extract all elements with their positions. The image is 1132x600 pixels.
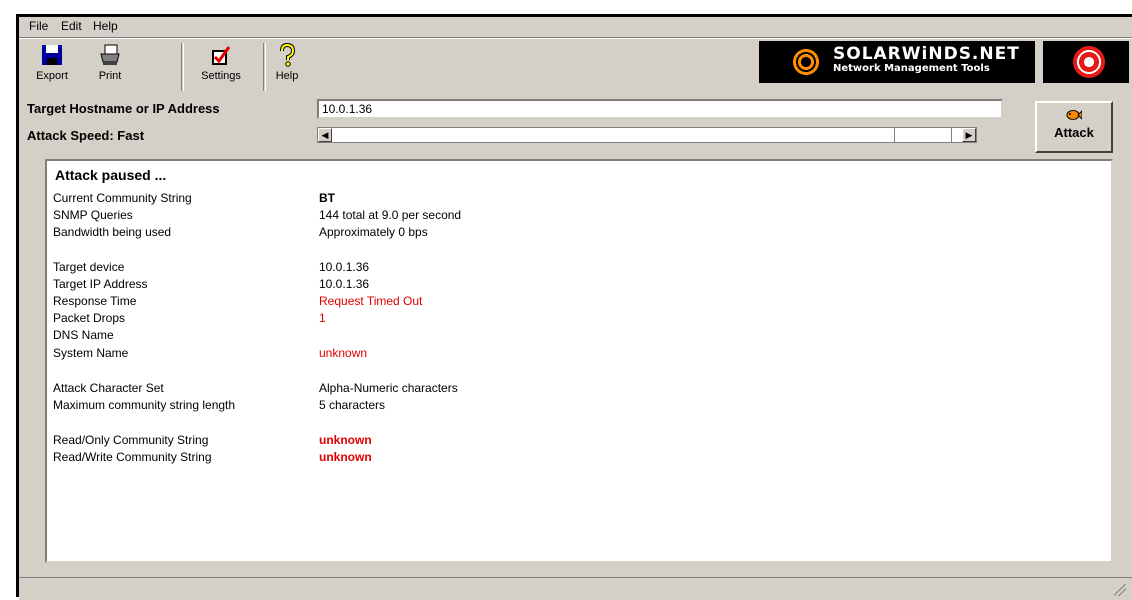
question-mark-icon xyxy=(275,42,299,67)
scroll-right-arrow-icon[interactable]: ▶ xyxy=(962,128,976,142)
menu-edit[interactable]: Edit xyxy=(61,19,82,33)
row-value: Request Timed Out xyxy=(319,294,423,308)
help-label: Help xyxy=(275,70,299,82)
row-label: Response Time xyxy=(53,294,137,308)
status-panel: Attack paused ... Current Community Stri… xyxy=(45,159,1113,563)
row-value: BT xyxy=(319,191,335,205)
row-label: Current Community String xyxy=(53,191,192,205)
logo-tagline: Network Management Tools xyxy=(833,63,990,74)
attack-button[interactable]: Attack xyxy=(1035,101,1113,153)
menu-help[interactable]: Help xyxy=(93,19,118,33)
resize-grip-icon[interactable] xyxy=(1114,584,1126,596)
floppy-disk-icon xyxy=(40,43,64,67)
checkbox-settings-icon xyxy=(209,43,233,67)
fish-icon xyxy=(1066,109,1083,121)
row-label: SNMP Queries xyxy=(53,208,133,222)
row-label: Packet Drops xyxy=(53,311,126,325)
menu-file[interactable]: File xyxy=(29,19,48,33)
printer-icon xyxy=(98,43,122,67)
row-value: Approximately 0 bps xyxy=(319,225,428,239)
row-value: 1 xyxy=(319,311,326,325)
help-button[interactable]: Help xyxy=(267,41,307,93)
row-label: DNS Name xyxy=(53,328,114,342)
row-value: unknown xyxy=(319,450,372,464)
row-label: Target device xyxy=(53,260,125,274)
row-label: System Name xyxy=(53,346,129,360)
row-value: unknown xyxy=(319,346,368,360)
row-label: Bandwidth being used xyxy=(53,225,172,239)
print-label: Print xyxy=(98,70,122,82)
target-host-input[interactable] xyxy=(317,99,1003,119)
settings-button[interactable]: Settings xyxy=(185,41,257,93)
attack-label: Attack xyxy=(1054,125,1094,140)
swirl-logo-icon xyxy=(1073,46,1105,78)
settings-label: Settings xyxy=(201,70,241,82)
logo-name: SOLARWiNDS.NET xyxy=(833,44,1020,64)
export-button[interactable]: Export xyxy=(25,41,79,93)
toolbar-divider xyxy=(263,43,266,91)
toolbar-divider xyxy=(181,43,184,91)
row-label: Read/Only Community String xyxy=(53,433,209,447)
row-value: 10.0.1.36 xyxy=(319,260,370,274)
row-value: unknown xyxy=(319,433,372,447)
target-label: Target Hostname or IP Address xyxy=(27,101,220,116)
attack-speed-slider[interactable]: ◀ ▶ xyxy=(317,127,977,143)
attack-speed-label: Attack Speed: Fast xyxy=(27,128,145,143)
row-label: Maximum community string length xyxy=(53,398,236,412)
print-button[interactable]: Print xyxy=(83,41,137,93)
status-title: Attack paused ... xyxy=(55,167,167,183)
solarwinds-logo: SOLARWiNDS.NET Network Management Tools xyxy=(759,41,1035,83)
row-label: Attack Character Set xyxy=(53,381,164,395)
row-value: 5 characters xyxy=(319,398,386,412)
row-label: Read/Write Community String xyxy=(53,450,212,464)
scroll-left-arrow-icon[interactable]: ◀ xyxy=(318,128,332,142)
row-label: Target IP Address xyxy=(53,277,148,291)
solarwinds-disc-icon xyxy=(791,47,821,77)
row-value: 10.0.1.36 xyxy=(319,277,370,291)
menu-bar: File Edit Help xyxy=(19,17,1132,35)
slider-thumb[interactable] xyxy=(894,128,952,142)
row-value: Alpha-Numeric characters xyxy=(319,381,458,395)
app-window: File Edit Help Export Print Settings Hel… xyxy=(16,14,1132,600)
export-label: Export xyxy=(36,70,68,82)
row-value: 144 total at 9.0 per second xyxy=(319,208,462,222)
toolbar-separator xyxy=(19,37,1132,39)
solarwinds-mark xyxy=(1043,41,1129,83)
